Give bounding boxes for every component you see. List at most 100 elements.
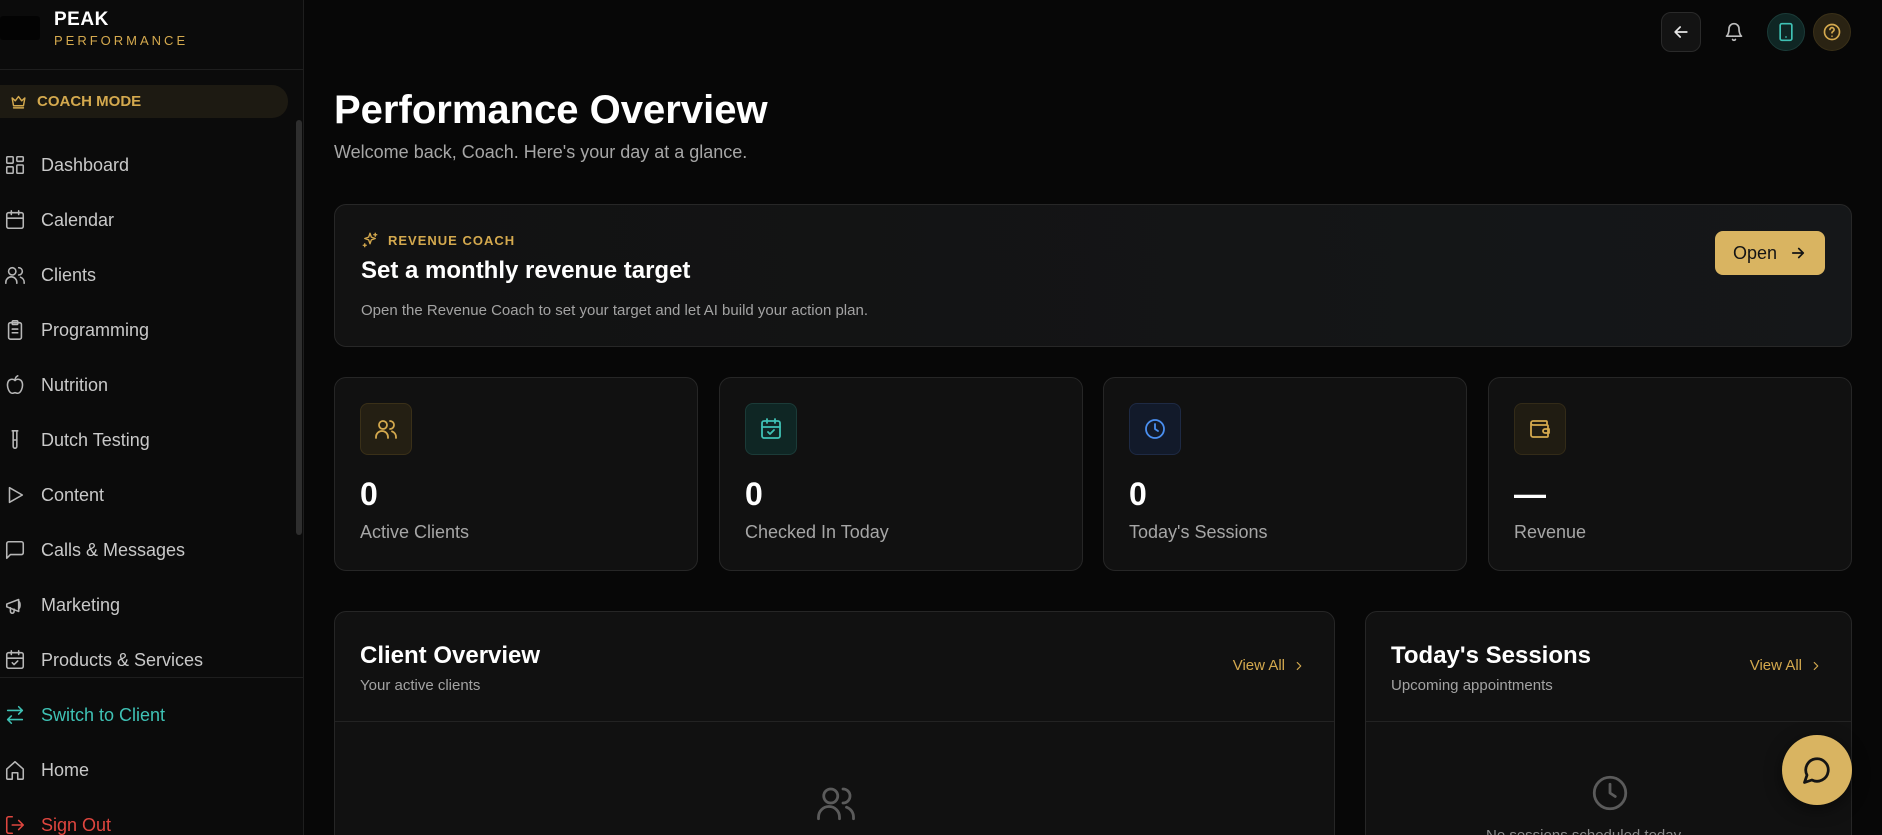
stat-icon-box — [1129, 403, 1181, 455]
stat-value: 0 — [1129, 476, 1147, 512]
panel-subtitle: Your active clients — [360, 677, 481, 694]
log-out-icon — [5, 815, 25, 835]
view-all-sessions-link[interactable]: View All — [1750, 657, 1823, 674]
logo — [0, 16, 40, 40]
sidebar-item-calendar[interactable]: Calendar — [0, 200, 290, 240]
tablet-icon — [1779, 22, 1793, 42]
stat-value: 0 — [360, 476, 378, 512]
revenue-coach-banner: REVENUE COACH Set a monthly revenue targ… — [334, 204, 1852, 347]
stat-icon-box — [360, 403, 412, 455]
empty-sessions-text: No sessions scheduled today — [1486, 827, 1681, 835]
empty-users-icon — [815, 782, 857, 829]
arrows-switch-icon — [6, 705, 24, 725]
sidebar-item-clients[interactable]: Clients — [0, 255, 290, 295]
brand-name: PEAK — [54, 9, 109, 30]
wallet-icon — [1530, 420, 1550, 438]
stat-label: Checked In Today — [745, 522, 889, 542]
brand[interactable]: PEAK PERFORMANCE — [0, 0, 303, 70]
banner-kicker: REVENUE COACH — [361, 231, 515, 249]
clock-icon — [1145, 419, 1165, 439]
users-icon — [375, 420, 397, 439]
sidebar-item-label: Switch to Client — [41, 704, 166, 725]
sidebar-item-calls-messages[interactable]: Calls & Messages — [0, 530, 290, 570]
arrow-left-icon — [1674, 26, 1688, 38]
switch-to-client-button[interactable]: Switch to Client — [0, 695, 290, 735]
tablet-view-button[interactable] — [1767, 13, 1805, 51]
chat-button[interactable] — [1782, 735, 1852, 805]
stat-value: — — [1514, 476, 1546, 512]
notifications-button[interactable] — [1714, 12, 1754, 52]
play-icon — [8, 486, 24, 504]
stat-card-checked-in-today[interactable]: 0 Checked In Today — [719, 377, 1083, 571]
calendar-icon — [5, 210, 25, 230]
calendar-check-icon — [761, 418, 781, 439]
stat-card-revenue[interactable]: — Revenue — [1488, 377, 1852, 571]
client-overview-panel: Client Overview Your active clients View… — [334, 611, 1335, 835]
help-button[interactable] — [1813, 13, 1851, 51]
sidebar-item-programming[interactable]: Programming — [0, 310, 290, 350]
panel-divider — [1366, 721, 1851, 722]
page-title: Performance Overview — [334, 88, 768, 132]
arrow-right-icon — [1791, 247, 1805, 259]
apple-icon — [6, 375, 24, 395]
sidebar-item-label: Content — [41, 484, 105, 505]
sidebar-item-label: Programming — [41, 319, 150, 340]
open-revenue-coach-button[interactable]: Open — [1715, 231, 1825, 275]
sidebar-item-dutch-testing[interactable]: Dutch Testing — [0, 420, 290, 460]
sidebar-item-nutrition[interactable]: Nutrition — [0, 365, 290, 405]
todays-sessions-panel: Today's Sessions Upcoming appointments V… — [1365, 611, 1852, 835]
sidebar-item-label: Dutch Testing — [41, 429, 150, 450]
view-all-label: View All — [1749, 657, 1802, 674]
chevron-right-icon — [1296, 661, 1302, 670]
panel-title: Client Overview — [360, 642, 541, 669]
sidebar-item-dashboard[interactable]: Dashboard — [0, 145, 290, 185]
sidebar-item-products-services[interactable]: Products & Services — [0, 640, 290, 680]
open-button-label: Open — [1732, 242, 1778, 263]
sidebar-item-label: Calendar — [41, 209, 115, 230]
test-tube-icon — [11, 430, 19, 450]
stat-icon-box — [1514, 403, 1566, 455]
help-circle-icon — [1823, 23, 1841, 41]
chevron-right-icon — [1813, 661, 1819, 670]
empty-clock-icon — [1589, 772, 1631, 819]
page-subtitle: Welcome back, Coach. Here's your day at … — [334, 142, 748, 162]
clipboard-icon — [7, 320, 23, 340]
stat-card-active-clients[interactable]: 0 Active Clients — [334, 377, 698, 571]
coach-mode-badge[interactable]: COACH MODE — [0, 85, 288, 118]
megaphone-icon — [5, 598, 21, 615]
sidebar-item-label: Sign Out — [41, 814, 112, 835]
calendar-check-icon — [5, 650, 25, 670]
sidebar-item-label: Calls & Messages — [41, 539, 186, 560]
panel-title: Today's Sessions — [1391, 642, 1592, 669]
stat-icon-box — [745, 403, 797, 455]
brand-subtitle: PERFORMANCE — [54, 33, 189, 48]
sidebar-item-label: Home — [41, 759, 90, 780]
back-button[interactable] — [1661, 12, 1701, 52]
stat-label: Revenue — [1514, 522, 1587, 542]
sidebar-item-label: Clients — [41, 264, 97, 285]
sidebar-item-label: Marketing — [41, 594, 121, 615]
sparkles-icon — [362, 232, 378, 248]
panel-subtitle: Upcoming appointments — [1391, 677, 1553, 694]
sidebar-item-marketing[interactable]: Marketing — [0, 585, 290, 625]
sidebar-item-content[interactable]: Content — [0, 475, 290, 515]
view-all-label: View All — [1232, 657, 1285, 674]
panel-divider — [335, 721, 1334, 722]
message-circle-icon — [1803, 757, 1830, 784]
home-icon — [5, 760, 25, 780]
sign-out-button[interactable]: Sign Out — [0, 805, 290, 835]
users-icon — [5, 266, 25, 285]
sidebar-item-home[interactable]: Home — [0, 750, 290, 790]
crown-icon — [11, 95, 26, 109]
stat-value: 0 — [745, 476, 763, 512]
sidebar-scrollbar[interactable] — [296, 120, 302, 535]
stat-card-todays-sessions[interactable]: 0 Today's Sessions — [1103, 377, 1467, 571]
grid-icon — [5, 155, 25, 175]
banner-kicker-label: REVENUE COACH — [388, 232, 516, 248]
sidebar-divider — [0, 677, 303, 678]
view-all-clients-link[interactable]: View All — [1233, 657, 1306, 674]
banner-title: Set a monthly revenue target — [361, 257, 691, 284]
message-square-icon — [5, 540, 25, 560]
sidebar-item-label: Nutrition — [41, 374, 109, 395]
bell-icon — [1725, 22, 1743, 42]
